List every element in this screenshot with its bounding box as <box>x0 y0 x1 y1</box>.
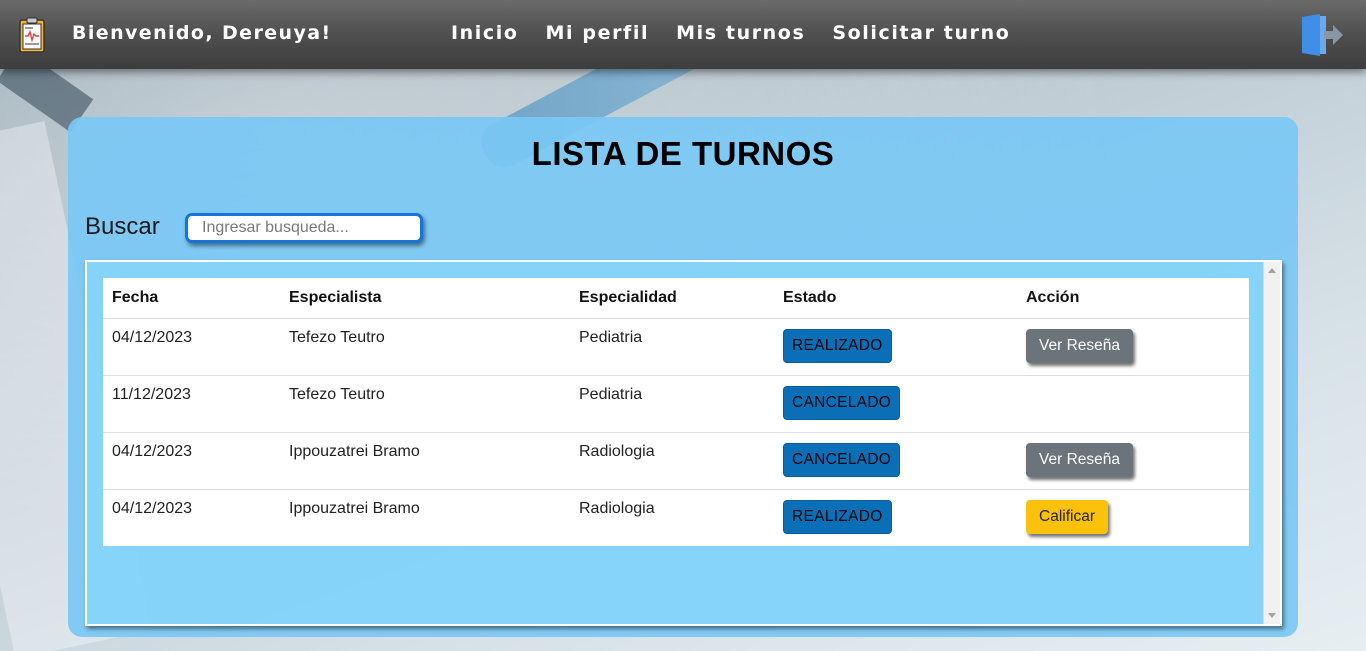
cell-fecha: 11/12/2023 <box>103 375 280 433</box>
welcome-text: Bienvenido, Dereuya! <box>72 22 332 44</box>
table-container: Fecha Especialista Especialidad Estado A… <box>85 260 1282 626</box>
cell-fecha: 04/12/2023 <box>103 318 280 376</box>
column-header-especialidad: Especialidad <box>570 278 774 319</box>
nav-solicitar-turno[interactable]: Solicitar turno <box>832 22 1010 44</box>
table-row: 04/12/2023 Ippouzatrei Bramo Radiologia … <box>103 432 1249 490</box>
table-header-row: Fecha Especialista Especialidad Estado A… <box>103 278 1249 319</box>
cell-especialidad: Radiologia <box>579 499 655 517</box>
cell-especialidad: Radiologia <box>570 432 774 490</box>
status-badge: CANCELADO <box>783 385 901 420</box>
ver-resena-button[interactable]: Ver Reseña <box>1026 328 1133 363</box>
column-header-accion: Acción <box>1017 278 1249 319</box>
search-input[interactable] <box>185 213 423 243</box>
status-badge: REALIZADO <box>783 499 892 534</box>
status-badge: CANCELADO <box>783 442 901 477</box>
cell-estado: REALIZADO <box>774 318 1017 376</box>
cell-estado: CANCELADO <box>774 432 1017 490</box>
column-header-fecha: Fecha <box>103 278 280 319</box>
turnos-table: Fecha Especialista Especialidad Estado A… <box>103 278 1249 546</box>
column-header-especialista: Especialista <box>280 278 570 319</box>
page-title: LISTA DE TURNOS <box>531 135 835 172</box>
cell-fecha: 04/12/2023 <box>112 499 193 517</box>
clipboard-icon[interactable] <box>19 17 45 53</box>
table-row: 04/12/2023 Tefezo Teutro Pediatria REALI… <box>103 318 1249 376</box>
scroll-up-icon[interactable] <box>1268 268 1276 273</box>
table-row: 04/12/2023 Ippouzatrei Bramo Radiologia … <box>103 489 1249 546</box>
cell-especialidad: Pediatria <box>570 318 774 376</box>
cell-accion <box>1017 375 1249 433</box>
column-header-estado: Estado <box>774 278 1017 319</box>
table-row: 11/12/2023 Tefezo Teutro Pediatria CANCE… <box>103 375 1249 433</box>
turnos-card: LISTA DE TURNOS Buscar Fecha Especialist… <box>68 117 1298 637</box>
navbar: Bienvenido, Dereuya! Inicio Mi perfil Mi… <box>0 0 1366 69</box>
ver-resena-button[interactable]: Ver Reseña <box>1026 442 1133 477</box>
cell-accion: Calificar <box>1017 489 1249 546</box>
main-nav: Inicio Mi perfil Mis turnos Solicitar tu… <box>451 22 1037 44</box>
cell-estado: REALIZADO <box>774 489 1017 546</box>
nav-inicio[interactable]: Inicio <box>451 22 519 44</box>
cell-fecha: 04/12/2023 <box>103 432 280 490</box>
cell-especialista: Ippouzatrei Bramo <box>289 499 420 517</box>
cell-especialista: Tefezo Teutro <box>280 318 570 376</box>
logout-icon[interactable] <box>1300 14 1344 56</box>
cell-especialidad: Pediatria <box>570 375 774 433</box>
cell-especialista: Tefezo Teutro <box>280 375 570 433</box>
cell-accion: Ver Reseña <box>1017 432 1249 490</box>
cell-especialista: Ippouzatrei Bramo <box>280 432 570 490</box>
scroll-down-icon[interactable] <box>1268 613 1276 618</box>
vertical-scrollbar[interactable] <box>1263 262 1280 624</box>
nav-mis-turnos[interactable]: Mis turnos <box>676 22 805 44</box>
search-label: Buscar <box>85 213 160 240</box>
cell-accion: Ver Reseña <box>1017 318 1249 376</box>
nav-mi-perfil[interactable]: Mi perfil <box>546 22 650 44</box>
status-badge: REALIZADO <box>783 328 892 363</box>
calificar-button[interactable]: Calificar <box>1026 499 1108 534</box>
cell-estado: CANCELADO <box>774 375 1017 433</box>
